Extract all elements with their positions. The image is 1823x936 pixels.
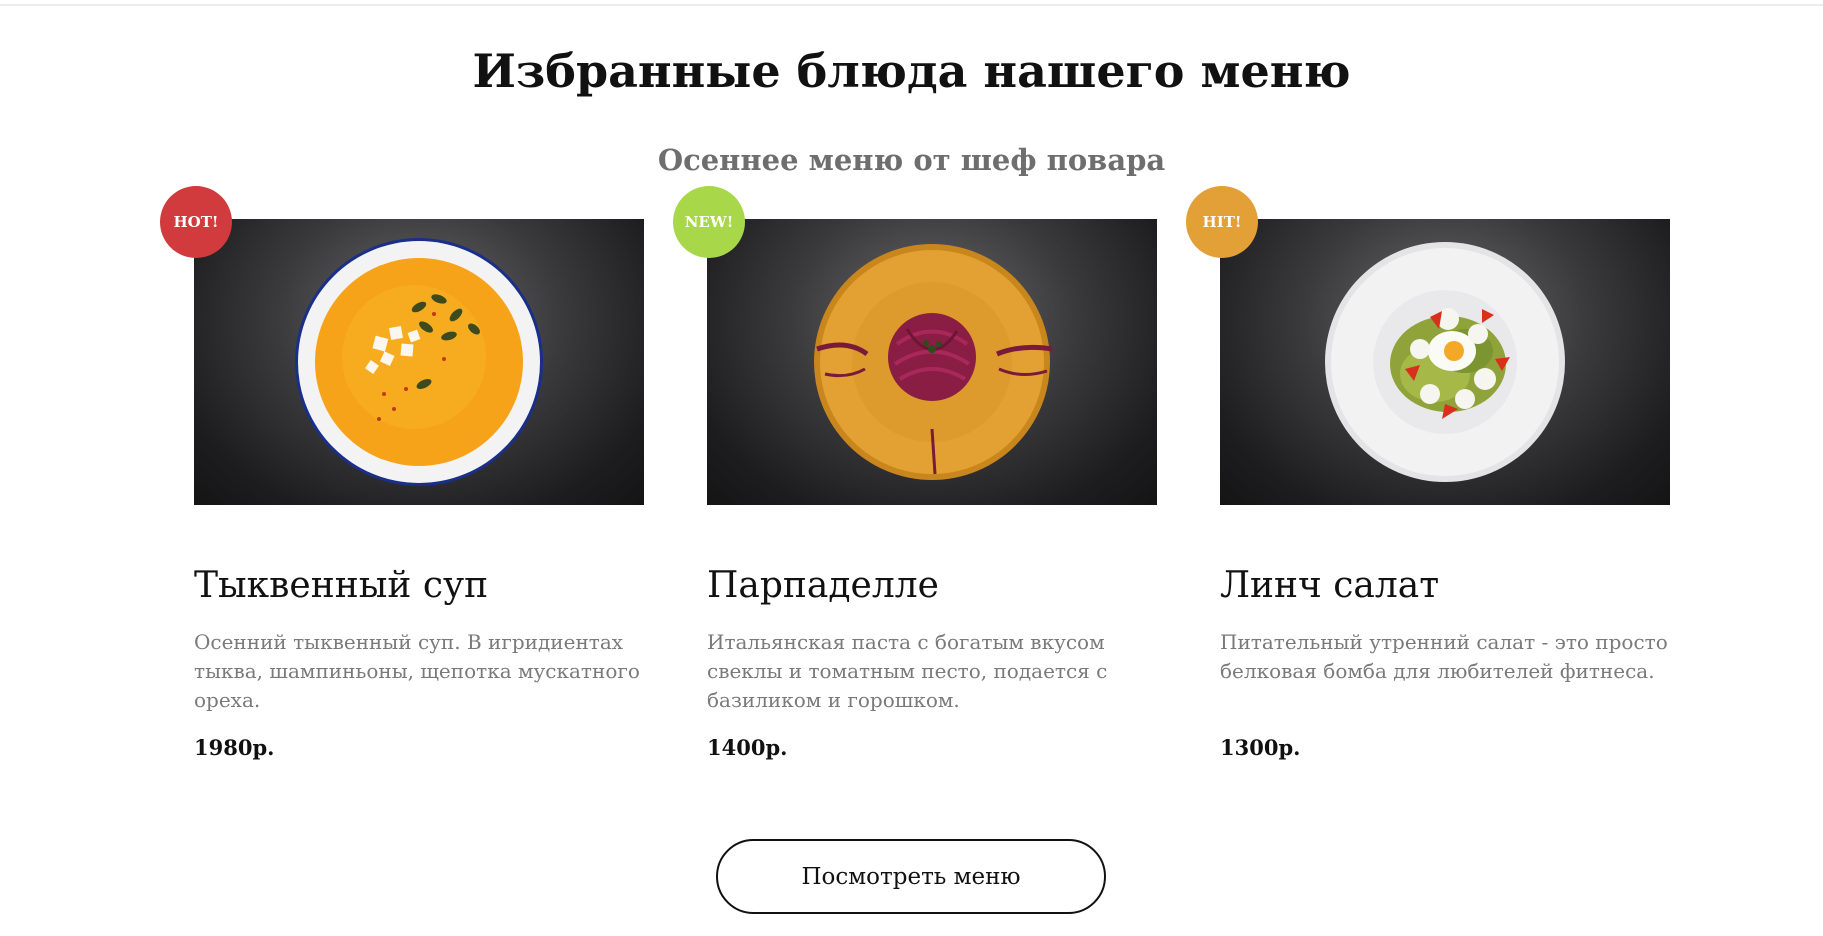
- section-title: Избранные блюда нашего меню: [472, 44, 1351, 98]
- pumpkin-soup-image: [295, 238, 543, 486]
- dish-card-lunch-salad[interactable]: HIT! Линч салат Питательный утренний сал…: [1186, 186, 1670, 786]
- dish-name[interactable]: Тыквенный суп: [194, 562, 488, 610]
- dish-card-pappardelle[interactable]: NEW! Парпаделле Итальянская паста с бога…: [673, 186, 1157, 786]
- dish-card-pumpkin-soup[interactable]: HOT! Тыквенный суп Осенний тыквенный суп…: [160, 186, 644, 786]
- lunch-salad-image: [1325, 242, 1565, 482]
- dish-description: Итальянская паста с богатым вкусом свекл…: [707, 630, 1108, 712]
- dish-image[interactable]: [1220, 219, 1670, 505]
- dish-description: Питательный утренний салат - это просто …: [1220, 630, 1668, 683]
- dish-name[interactable]: Линч салат: [1220, 562, 1439, 610]
- hit-badge: HIT!: [1186, 186, 1258, 258]
- dish-image[interactable]: [194, 219, 644, 505]
- top-divider: [0, 4, 1823, 6]
- dish-price: 1300р.: [1220, 735, 1301, 760]
- dish-image[interactable]: [707, 219, 1157, 505]
- dish-price: 1980р.: [194, 735, 275, 760]
- section-subtitle: Осеннее меню от шеф повара: [657, 143, 1166, 177]
- dish-description: Осенний тыквенный суп. В игридиентах тык…: [194, 630, 640, 712]
- dish-name[interactable]: Парпаделле: [707, 562, 939, 610]
- hot-badge: HOT!: [160, 186, 232, 258]
- new-badge: NEW!: [673, 186, 745, 258]
- dish-price: 1400р.: [707, 735, 788, 760]
- view-menu-button[interactable]: Посмотреть меню: [716, 839, 1106, 914]
- pappardelle-image: [814, 244, 1053, 480]
